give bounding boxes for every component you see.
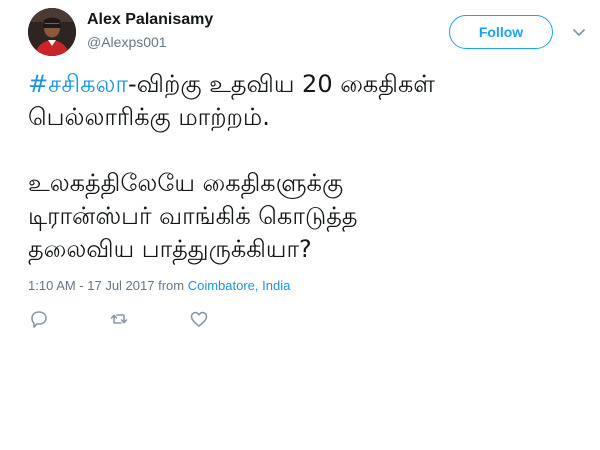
tweet-location-link[interactable]: Coimbatore, India <box>188 278 291 293</box>
tweet-text: #சசிகலா-விற்கு உதவிய 20 கைதிகள் பெல்லாரி… <box>28 68 588 266</box>
tweet-card: Alex Palanisamy @Alexps001 Follow #சசிகல… <box>0 0 600 450</box>
hashtag-link[interactable]: #சசிகலா <box>28 70 128 98</box>
user-avatar-image <box>28 8 76 56</box>
tweet-line-1-text: -விற்கு உதவிய 20 கைதிகள் <box>128 70 435 98</box>
author-avatar[interactable] <box>28 8 76 56</box>
tweet-line-3: உலகத்திலேயே கைதிகளுக்கு <box>28 169 344 197</box>
tweet-line-2: பெல்லாரிக்கு மாற்றம். <box>28 103 270 131</box>
author-handle[interactable]: @Alexps001 <box>87 34 167 50</box>
follow-button[interactable]: Follow <box>449 15 553 49</box>
retweet-icon[interactable] <box>108 308 130 330</box>
tweet-line-5: தலைவிய பாத்துருக்கியா? <box>28 235 312 263</box>
tweet-timestamp[interactable]: 1:10 AM - 17 Jul 2017 from <box>28 278 188 293</box>
like-icon[interactable] <box>188 308 210 330</box>
tweet-line-4: டிரான்ஸ்பர் வாங்கிக் கொடுத்த <box>28 202 358 230</box>
reply-icon[interactable] <box>28 308 50 330</box>
tweet-metadata: 1:10 AM - 17 Jul 2017 from Coimbatore, I… <box>28 278 290 293</box>
tweet-line-1: #சசிகலா-விற்கு உதவிய 20 கைதிகள் <box>28 68 588 101</box>
author-display-name[interactable]: Alex Palanisamy <box>87 11 213 29</box>
chevron-down-icon[interactable] <box>571 25 587 39</box>
